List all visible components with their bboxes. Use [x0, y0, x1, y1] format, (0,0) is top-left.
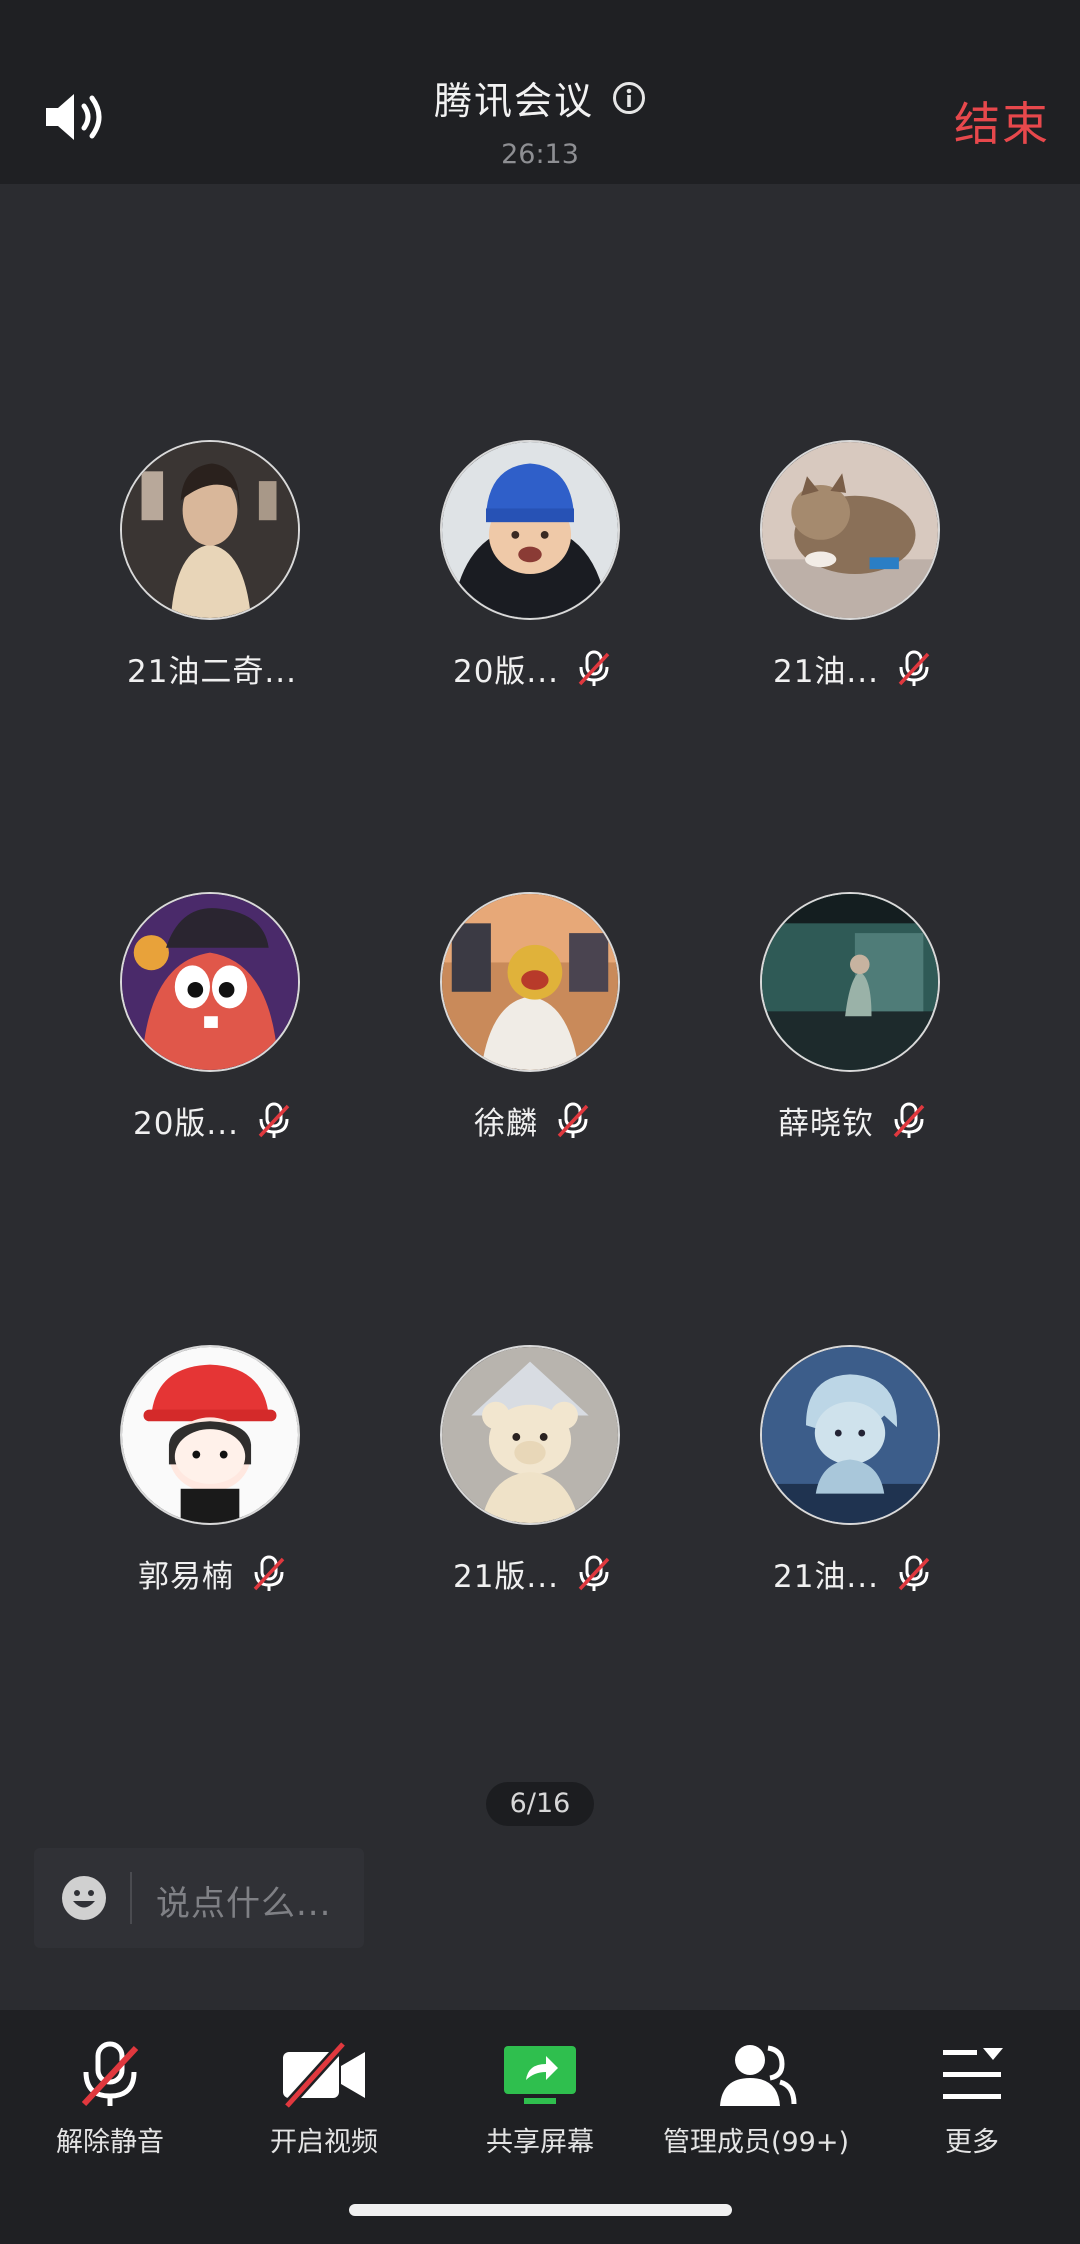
mic-muted-icon [578, 650, 610, 686]
participant-tile[interactable]: 20版... [372, 440, 692, 700]
participant-avatar [440, 440, 620, 620]
participant-tile[interactable]: 21版... [372, 1345, 692, 1605]
chat-divider [130, 1872, 132, 1924]
participant-avatar [120, 892, 300, 1072]
mic-muted-icon [578, 1555, 610, 1591]
participant-avatar [760, 440, 940, 620]
meeting-title-area: 腾讯会议 26:13 [0, 70, 1080, 170]
participant-avatar [120, 1345, 300, 1525]
manage-members-label: 管理成员(99+) [662, 2127, 850, 2158]
participant-name: 20版... [452, 654, 559, 690]
participant-tile[interactable]: 徐麟 [372, 892, 692, 1152]
participant-name: 薛晓钦 [778, 1106, 874, 1142]
smile-icon[interactable] [60, 1874, 108, 1922]
video-off-icon [283, 2040, 365, 2110]
participant-name: 郭易楠 [138, 1559, 234, 1595]
unmute-label: 解除静音 [56, 2127, 164, 2158]
meeting-title[interactable]: 腾讯会议 [434, 70, 594, 125]
mic-muted-icon [898, 1555, 930, 1591]
chat-input[interactable]: 说点什么... [34, 1848, 364, 1948]
more-button[interactable]: 更多 [862, 2028, 1080, 2158]
share-screen-button[interactable]: 共享屏幕 [430, 2028, 650, 2158]
participant-tile[interactable]: 郭易楠 [52, 1345, 372, 1605]
participant-avatar [440, 892, 620, 1072]
start-video-label: 开启视频 [270, 2127, 378, 2158]
start-video-button[interactable]: 开启视频 [214, 2028, 434, 2158]
end-meeting-button[interactable]: 结束 [954, 88, 1050, 154]
participant-avatar [440, 1345, 620, 1525]
participant-name: 徐麟 [474, 1106, 538, 1142]
participant-tile[interactable]: 21油... [692, 1345, 1012, 1605]
participant-name: 21版... [452, 1559, 559, 1595]
participant-tile[interactable]: 21油二奇... [52, 440, 372, 700]
participant-name: 20版... [132, 1106, 239, 1142]
meeting-timer: 26:13 [501, 139, 579, 170]
mic-muted-icon [253, 1555, 285, 1591]
top-bar: 腾讯会议 26:13 结束 [0, 0, 1080, 184]
mic-muted-icon [258, 1102, 290, 1138]
participant-name: 21油... [772, 654, 879, 690]
more-label: 更多 [945, 2127, 999, 2158]
participant-name: 21油二奇... [126, 654, 297, 690]
share-screen-label: 共享屏幕 [486, 2127, 594, 2158]
mic-off-icon [81, 2041, 139, 2107]
unmute-button[interactable]: 解除静音 [0, 2028, 220, 2158]
mic-muted-icon [557, 1102, 589, 1138]
participant-avatar [120, 440, 300, 620]
chat-placeholder: 说点什么... [156, 1884, 332, 1924]
manage-members-button[interactable]: 管理成员(99+) [646, 2028, 866, 2158]
participant-avatar [760, 1345, 940, 1525]
share-screen-icon [504, 2046, 576, 2104]
participant-name: 21油... [772, 1559, 879, 1595]
mic-muted-icon [898, 650, 930, 686]
home-indicator[interactable] [349, 2204, 732, 2216]
page-indicator: 6/16 [486, 1782, 594, 1826]
participant-tile[interactable]: 21油... [692, 440, 1012, 700]
info-icon[interactable] [612, 81, 646, 115]
members-icon [720, 2045, 797, 2106]
more-icon [943, 2048, 1003, 2099]
participant-tile[interactable]: 薛晓钦 [692, 892, 1012, 1152]
participant-avatar [760, 892, 940, 1072]
mic-muted-icon [893, 1102, 925, 1138]
participant-tile[interactable]: 20版... [52, 892, 372, 1152]
